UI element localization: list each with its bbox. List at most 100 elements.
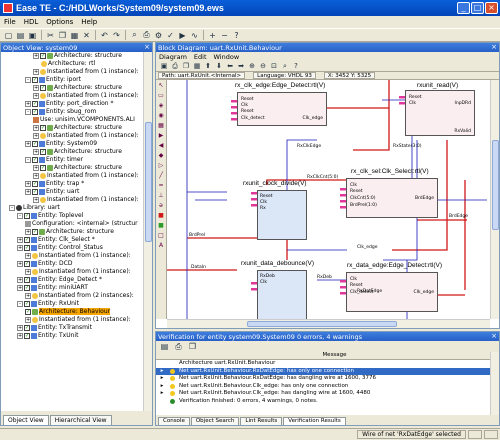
- scroll-thumb[interactable]: [145, 122, 152, 242]
- tree-row[interactable]: + Instantiated from (1 instance):: [1, 252, 143, 260]
- diagram-save-icon[interactable]: ▣: [159, 61, 169, 71]
- verification-row[interactable]: Architecture uart.RxUnit.Behaviour: [156, 360, 490, 368]
- tree-row[interactable]: - ✓ Entity: iport: [1, 76, 143, 84]
- maximize-button[interactable]: □: [471, 2, 484, 14]
- diagram-paste-icon[interactable]: ▦: [192, 61, 202, 71]
- save-icon[interactable]: ▣: [27, 30, 38, 41]
- cut-icon[interactable]: ✂: [45, 30, 56, 41]
- check-icon[interactable]: ✓: [165, 30, 176, 41]
- verification-row[interactable]: ▸ Net uart.RxUnit.Behaviour.Clk_edge: has…: [156, 383, 490, 391]
- menu-hdl[interactable]: HDL: [24, 18, 39, 26]
- expand-icon[interactable]: +: [33, 124, 39, 131]
- close-button[interactable]: ×: [485, 2, 498, 14]
- tree-row[interactable]: + ✓ Entity: miniUART: [1, 284, 143, 292]
- verification-close-icon[interactable]: ×: [491, 332, 497, 340]
- net-wire[interactable]: [187, 237, 288, 260]
- scroll-thumb[interactable]: [247, 321, 397, 327]
- rectangle-tool-icon[interactable]: □: [157, 232, 165, 240]
- menu-edit[interactable]: Edit: [194, 53, 207, 61]
- diagram-horizontal-scrollbar[interactable]: [167, 319, 490, 328]
- minimize-button[interactable]: _: [457, 2, 470, 14]
- tree-row[interactable]: + Instantiated from (1 instance):: [1, 132, 143, 140]
- expand-icon[interactable]: +: [25, 188, 31, 195]
- tree-row[interactable]: - Library: uart: [1, 204, 143, 212]
- bus-tap-icon[interactable]: ⊥: [157, 192, 165, 200]
- diagram-zoom-out-icon[interactable]: ⊖: [258, 61, 268, 71]
- expand-icon[interactable]: +: [25, 292, 31, 299]
- diagram-zoom-in-icon[interactable]: ⊕: [247, 61, 257, 71]
- new-icon[interactable]: ▢: [3, 30, 14, 41]
- expand-icon[interactable]: +: [33, 148, 39, 155]
- diagram-copy-icon[interactable]: ❐: [181, 61, 191, 71]
- tab-hierarchical-view[interactable]: Hierarchical View: [49, 415, 112, 425]
- menu-options[interactable]: Options: [46, 18, 73, 26]
- port-inout-icon[interactable]: ◆: [157, 152, 165, 160]
- tree-row[interactable]: + ✓ Entity: trap *: [1, 180, 143, 188]
- signal-green-icon[interactable]: ■: [157, 222, 165, 230]
- diagram-close-icon[interactable]: ×: [491, 43, 497, 51]
- tree-row[interactable]: + ✓ Entity: Control_Status: [1, 244, 143, 252]
- diagram-zoom-fit-icon[interactable]: ⊡: [269, 61, 279, 71]
- expand-icon[interactable]: +: [17, 276, 23, 283]
- tree-row[interactable]: + ✓ Entity: TxUnit: [1, 332, 143, 340]
- diagram-canvas[interactable]: rx_clk_edge:Edge_Detect:rtl(V) Reset Clk…: [167, 80, 490, 319]
- tree-row[interactable]: - ✓ Entity: RxUnit: [1, 300, 143, 308]
- tree-row[interactable]: + Instantiated from (2 instances):: [1, 292, 143, 300]
- tree-row[interactable]: + ✓ Architecture: structure: [1, 164, 143, 172]
- collapse-icon[interactable]: -: [17, 212, 23, 219]
- collapse-icon[interactable]: -: [25, 76, 31, 83]
- tree-row[interactable]: + Instantiated from (1 instance):: [1, 268, 143, 276]
- clear-icon[interactable]: ▤: [159, 341, 170, 352]
- scroll-thumb[interactable]: [492, 140, 499, 230]
- tree-row[interactable]: + Instantiated from (1 instance):: [1, 68, 143, 76]
- find-icon[interactable]: ⌕: [129, 30, 140, 41]
- block-tool-icon[interactable]: ▭: [157, 92, 165, 100]
- expand-icon[interactable]: +: [25, 140, 31, 147]
- tree-row[interactable]: + ✓ Entity: port_direction *: [1, 100, 143, 108]
- menu-diagram[interactable]: Diagram: [159, 53, 187, 61]
- collapse-icon[interactable]: -: [17, 300, 23, 307]
- tree-row[interactable]: + ✓ Entity: DCD: [1, 260, 143, 268]
- tree-row[interactable]: + ✓ Entity: System09: [1, 140, 143, 148]
- generate-icon[interactable]: ⚙: [153, 30, 164, 41]
- paste-icon[interactable]: ▦: [69, 30, 80, 41]
- tab-lint-results[interactable]: Lint Results: [240, 417, 283, 425]
- signal-red-icon[interactable]: ■: [157, 212, 165, 220]
- block-rx-clk-edge[interactable]: Reset Clk Reset Clk_detect Clk_edge: [237, 92, 327, 126]
- tree-row[interactable]: Use: unisim.VCOMPONENTS.ALI: [1, 116, 143, 124]
- expand-icon[interactable]: +: [17, 244, 23, 251]
- expand-icon[interactable]: +: [33, 172, 39, 179]
- verification-row[interactable]: Verification finished: 0 errors, 4 warni…: [156, 398, 490, 406]
- block-rxunit-clock-divide[interactable]: Reset Clk Rx: [257, 190, 307, 240]
- delete-icon[interactable]: ✕: [81, 30, 92, 41]
- expand-icon[interactable]: +: [33, 164, 39, 171]
- expand-icon[interactable]: +: [25, 180, 31, 187]
- diagram-up-icon[interactable]: ⬆: [203, 61, 213, 71]
- tree-row[interactable]: - ✓ Entity: sbug_rom: [1, 108, 143, 116]
- tree-row[interactable]: + Instantiated from (1 instance):: [1, 92, 143, 100]
- expand-icon[interactable]: +: [17, 260, 23, 267]
- verification-row[interactable]: ▸ Net uart.RxUnit.Behaviour.Clk_edge: has…: [156, 390, 490, 398]
- diagram-down-icon[interactable]: ⬇: [214, 61, 224, 71]
- menu-file[interactable]: File: [4, 18, 16, 26]
- wire-tool-icon[interactable]: ╱: [157, 172, 165, 180]
- zoom-in-icon[interactable]: +: [207, 30, 218, 41]
- expand-icon[interactable]: +: [33, 196, 39, 203]
- bus-tool-icon[interactable]: ━: [157, 182, 165, 190]
- collapse-icon[interactable]: -: [9, 204, 15, 211]
- tree-row[interactable]: Configuration: <internal> (structur: [1, 220, 143, 228]
- diagram-find-icon[interactable]: ⌕: [280, 61, 290, 71]
- redo-icon[interactable]: ↷: [111, 30, 122, 41]
- table-tool-icon[interactable]: ▦: [157, 122, 165, 130]
- copy-results-icon[interactable]: ❐: [187, 341, 198, 352]
- undo-icon[interactable]: ↶: [99, 30, 110, 41]
- diagram-right-icon[interactable]: ➡: [236, 61, 246, 71]
- help-icon[interactable]: ?: [231, 30, 242, 41]
- expand-icon[interactable]: +: [25, 252, 31, 259]
- tree-row[interactable]: Architecture: rtl: [1, 60, 143, 68]
- tree-row[interactable]: + ✓ Architecture: structure: [1, 124, 143, 132]
- text-tool-icon[interactable]: A: [157, 242, 165, 250]
- tree-row[interactable]: + ✓ Architecture: structure: [1, 52, 143, 60]
- block-rx-clk-sel[interactable]: Clk Reset ClkCnt(5:0) BrdPrel(1:0) BrdEd…: [346, 178, 438, 218]
- port-in-icon[interactable]: ▶: [157, 132, 165, 140]
